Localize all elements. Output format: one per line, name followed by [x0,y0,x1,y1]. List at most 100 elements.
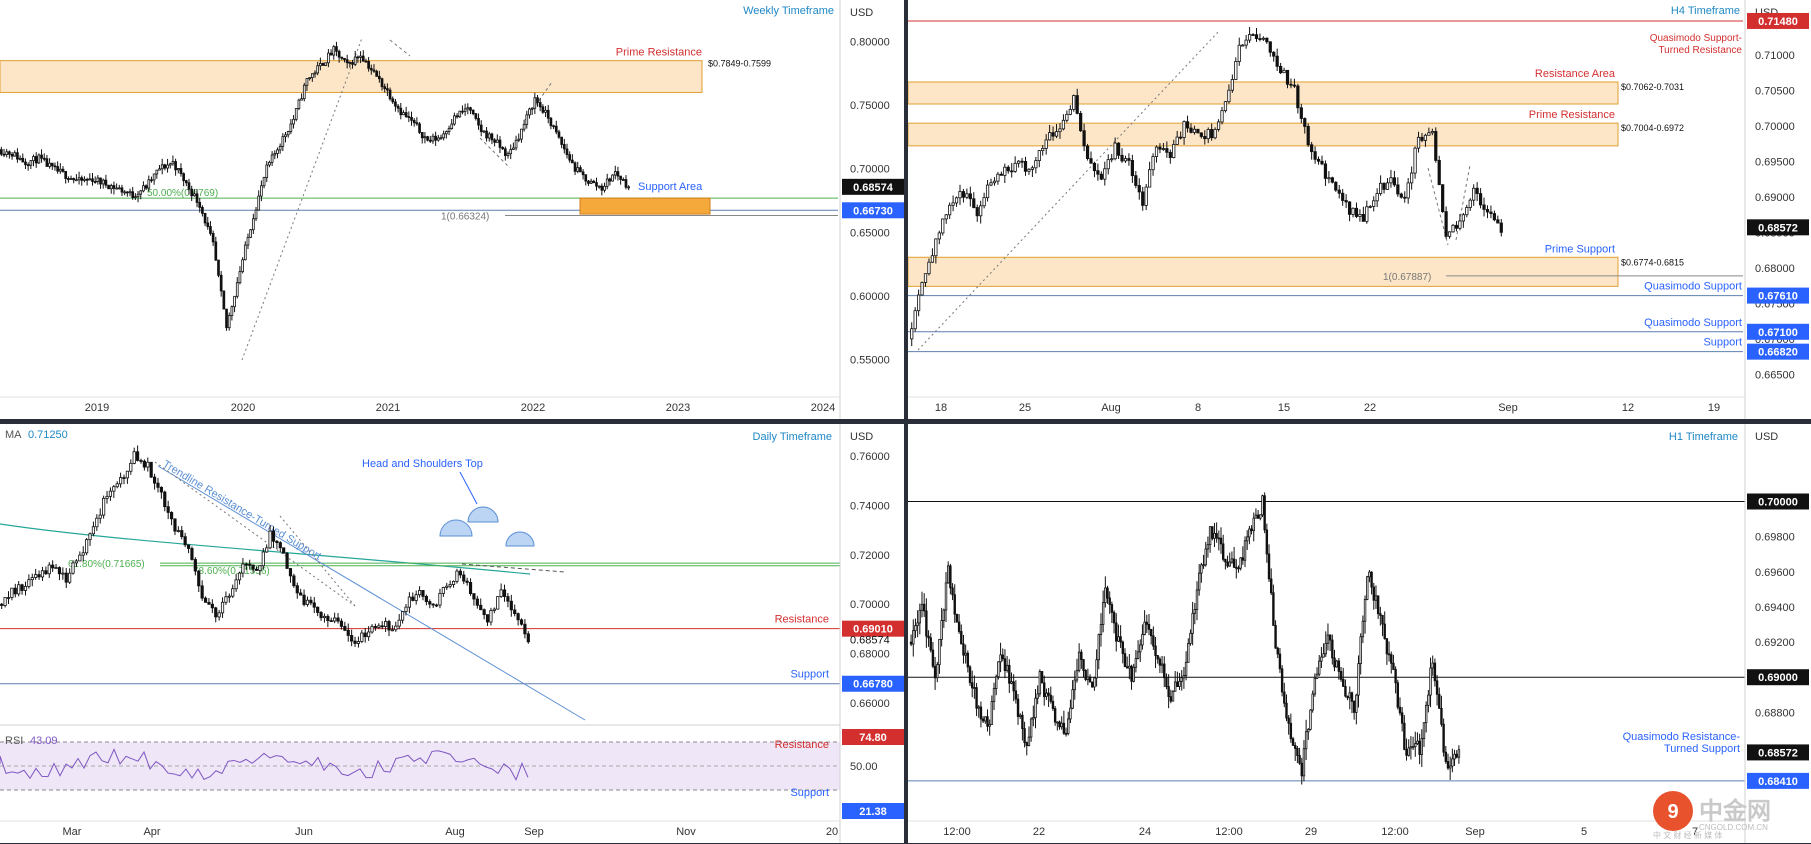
candle [300,98,303,101]
candle [1250,528,1253,532]
price-tick: 0.70500 [1755,86,1795,98]
candle [1259,514,1262,519]
candle [1044,139,1048,149]
candle [1206,129,1210,140]
candle [353,56,357,65]
candle [346,629,350,636]
candle [1144,186,1148,206]
candle [1333,657,1336,668]
candle [214,607,218,618]
candle [1376,595,1380,615]
candle [1071,689,1074,709]
candle [1337,189,1341,194]
price-tick: 0.65000 [850,227,890,239]
panel-title: Daily Timeframe [753,431,832,443]
candle [356,641,361,644]
candle [562,144,566,150]
candle [549,117,553,127]
candle [166,506,170,513]
candle [1191,612,1194,634]
candle [420,132,424,139]
candle [1168,151,1172,158]
candle [557,131,561,138]
candle [1475,187,1479,194]
fib-50-label: 50.00%(0.6769) [147,188,218,199]
candle [0,603,4,606]
candle [1086,676,1090,680]
candle [329,620,333,623]
candle [1038,671,1042,695]
candle [1455,753,1458,758]
h1-chart-panel[interactable]: Quasimodo Resistance- Turned Support USD 0.… [908,424,1811,843]
candle [925,610,928,637]
candle [528,108,531,116]
candle [284,134,287,138]
time-tick: Aug [445,826,465,838]
candle [1355,694,1358,713]
quasimodo-label-1: Quasimodo Resistance- [1623,731,1741,743]
candle [512,147,515,150]
candle [1370,571,1373,588]
candle [1276,647,1279,655]
candle [1051,700,1055,709]
candle [621,179,625,181]
h4-chart-panel[interactable]: Quasimodo Support- Turned Resistance Resis… [908,0,1811,419]
candle [53,165,57,168]
candle [1003,658,1007,671]
candle [597,185,601,188]
time-tick: Aug [1101,402,1121,414]
candle [99,177,102,185]
panel-title: H1 Timeframe [1669,431,1738,443]
time-tick: 12:00 [1381,826,1409,838]
candle [1431,662,1434,669]
candle [1016,160,1021,164]
candle [360,632,364,642]
candle [1175,136,1179,145]
quasimodo-badge: 0.68410 [1758,776,1798,788]
daily-chart-panel[interactable]: MA 0.71250 61.80%(0.71665) 78.60%(0.71556) R… [0,424,904,843]
candle [112,185,116,189]
candle [1171,690,1175,702]
candle [1496,219,1500,224]
candle [1023,161,1028,172]
last-price-label: 0.68574 [850,634,890,646]
candle [343,57,346,61]
candle [1292,84,1297,87]
candle [353,640,357,644]
candle [1447,231,1452,237]
candle [367,631,371,638]
candle [1289,722,1293,740]
candle [361,55,365,62]
candle [252,218,255,231]
candle [1195,589,1199,610]
rsi-bottom-badge: 21.38 [859,806,887,818]
candle [1088,676,1092,683]
candle [217,259,220,276]
candle [1304,731,1308,750]
candle [115,187,118,190]
candle [560,136,563,145]
candle [1365,206,1369,222]
prime-resistance-range: $0.7849-0.7599 [708,59,771,69]
candle [214,241,218,261]
candle [1327,177,1331,180]
weekly-chart-panel[interactable]: Prime Resistance $0.7849-0.7599 50.00%(0.6… [0,0,904,419]
candle [1424,704,1428,724]
candle [273,153,277,156]
candle [377,625,381,628]
candle [119,477,123,485]
candle [1193,609,1197,614]
price-tick: 0.76000 [850,451,890,463]
candle [1077,651,1081,671]
candle [1324,642,1327,655]
candle [1048,132,1052,141]
hs-shoulder-1 [467,506,499,523]
price-tick: 0.70000 [1755,121,1795,133]
candle [1265,37,1269,43]
candle [482,130,486,133]
time-tick: 22 [1033,826,1045,838]
candle [6,597,11,599]
candle [329,52,333,56]
quasimodo-tr-label-1: Quasimodo Support- [1650,33,1742,44]
candle [931,649,935,667]
